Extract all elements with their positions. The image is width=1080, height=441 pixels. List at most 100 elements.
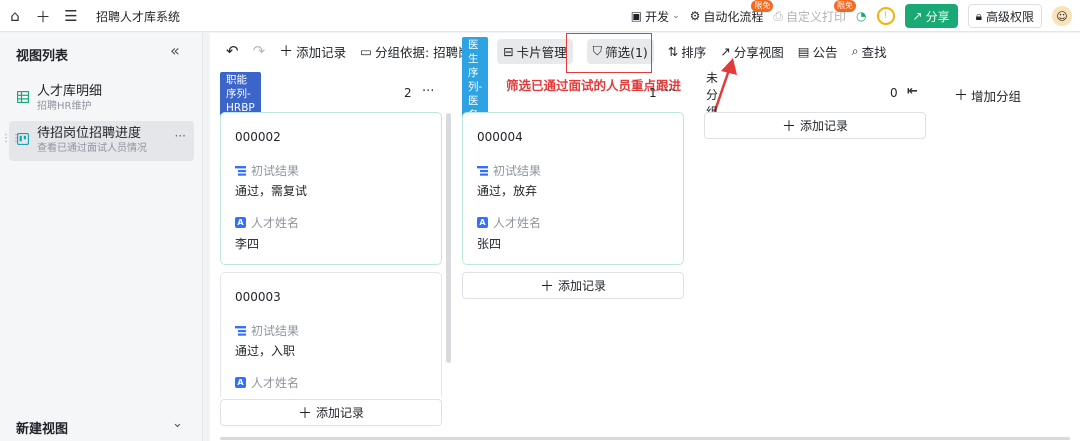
dev-label: 开发 bbox=[645, 9, 670, 24]
add-record-button[interactable]: ＋ 添加记录 bbox=[220, 399, 442, 426]
advanced-permission-button[interactable]: 🔒︎ 高级权限 bbox=[967, 4, 1042, 28]
text-field-icon: A bbox=[477, 217, 488, 228]
notice-button[interactable]: ▤ 公告 bbox=[798, 42, 838, 61]
dev-icon: ▣ bbox=[630, 9, 643, 23]
field-label-text: 初试结果 bbox=[251, 324, 300, 338]
field-label: 初试结果 bbox=[477, 162, 541, 179]
option-field-icon bbox=[235, 326, 246, 336]
horizontal-scrollbar[interactable] bbox=[220, 437, 1070, 440]
column-count: 0 bbox=[890, 86, 898, 100]
field-value: 通过，入职 bbox=[235, 344, 296, 358]
app-title: 招聘人才库系统 bbox=[96, 9, 181, 24]
share-label: 分享 bbox=[925, 9, 950, 24]
sort-icon: ⇅ bbox=[667, 43, 679, 59]
field-label-text: 人才姓名 bbox=[251, 216, 300, 230]
search-icon: ⌕ bbox=[851, 43, 859, 58]
column-header: 医生序列-医务主任 bbox=[462, 37, 489, 151]
chevron-down-icon: ⌄ bbox=[672, 11, 680, 21]
plus-icon: ＋ bbox=[954, 88, 968, 104]
more-icon[interactable]: ··· bbox=[664, 84, 676, 99]
share-button[interactable]: ↗ 分享 bbox=[904, 4, 958, 28]
field-label-text: 初试结果 bbox=[251, 164, 300, 178]
top-bar-right: ▣ 开发 ⌄ ⚙ 自动化流程 限免 ⎙ 自定义打印 限免 ◔ ! ↗ 分享 🔒︎… bbox=[631, 0, 1072, 28]
field-label: 初试结果 bbox=[235, 322, 299, 339]
redo-button[interactable]: ↷ bbox=[253, 42, 266, 60]
record-id: 000003 bbox=[235, 290, 281, 304]
kanban-view-icon bbox=[17, 133, 29, 145]
card-management-button[interactable]: ⊟ 卡片管理 bbox=[497, 38, 573, 64]
field-label-text: 人才姓名 bbox=[493, 216, 542, 230]
field-value: 张四 bbox=[477, 237, 502, 251]
sidebar-item-name: 待招岗位招聘进度 bbox=[37, 126, 142, 141]
sidebar-item-desc: 查看已通过面试人员情况 bbox=[37, 143, 147, 154]
plus-icon: ＋ bbox=[279, 44, 294, 60]
plus-icon: ＋ bbox=[781, 118, 796, 135]
column-header: 未分组 bbox=[704, 71, 718, 119]
record-card[interactable]: 000002 初试结果 通过，需复试 A 人才姓名 李四 bbox=[220, 112, 442, 265]
new-view-label[interactable]: 新建视图 bbox=[16, 418, 68, 437]
kanban-main: ↶ ↷ ＋ 添加记录 ▭ 分组依据: 招聘岗位 ⊟ 卡片管理 ⛉ 筛选(1) ⇅… bbox=[210, 33, 1080, 441]
add-record-button[interactable]: ＋ 添加记录 bbox=[704, 112, 926, 139]
add-record-label: 添加记录 bbox=[315, 406, 364, 420]
field-label-text: 初试结果 bbox=[493, 164, 542, 178]
field-label: A 人才姓名 bbox=[477, 214, 541, 231]
vertical-scrollbar[interactable] bbox=[446, 113, 451, 363]
field-value: 李四 bbox=[235, 237, 260, 251]
add-record-button[interactable]: ＋ 添加记录 bbox=[462, 272, 684, 299]
dev-menu[interactable]: ▣ 开发 ⌄ bbox=[631, 8, 680, 25]
option-field-icon bbox=[235, 166, 246, 176]
folder-icon: ▭ bbox=[360, 43, 372, 59]
menu-icon[interactable]: ☰ bbox=[60, 5, 82, 27]
more-icon[interactable]: ··· bbox=[422, 84, 434, 99]
column-count: 2 bbox=[404, 86, 412, 100]
share-icon: ↗ bbox=[912, 9, 923, 23]
card-icon: ⊟ bbox=[503, 43, 514, 59]
chevron-down-icon[interactable]: ⌄ bbox=[172, 416, 183, 431]
sidebar-item-recruit-progress[interactable]: ⋮⋮ 待招岗位招聘进度 查看已通过面试人员情况 ··· bbox=[1, 121, 194, 161]
plus-icon: ＋ bbox=[297, 405, 312, 422]
field-label: 初试结果 bbox=[235, 162, 299, 179]
add-record-button[interactable]: ＋ 添加记录 bbox=[279, 41, 346, 61]
collapse-icon[interactable]: « bbox=[170, 41, 180, 60]
search-button[interactable]: ⌕ 查找 bbox=[852, 42, 887, 61]
add-group-button[interactable]: ＋ 增加分组 bbox=[954, 85, 1021, 105]
column-header: 职能序列-HRBP bbox=[220, 72, 261, 116]
add-record-label: 添加记录 bbox=[557, 279, 606, 293]
record-id: 000004 bbox=[477, 130, 523, 144]
option-field-icon bbox=[477, 166, 488, 176]
home-icon[interactable]: ⌂ bbox=[4, 5, 26, 27]
sidebar-item-talent-detail[interactable]: 人才库明细 招聘HR维护 bbox=[9, 79, 194, 119]
plus-icon: ＋ bbox=[539, 278, 554, 295]
free-badge: 限免 bbox=[834, 0, 857, 12]
automation-button[interactable]: ⚙ 自动化流程 限免 bbox=[689, 0, 774, 25]
sync-status-icon[interactable]: ◔ bbox=[856, 9, 866, 23]
robot-icon: ⚙ bbox=[689, 9, 701, 23]
lock-icon: 🔒︎ bbox=[975, 8, 982, 23]
sidebar-item-name: 人才库明细 bbox=[37, 84, 103, 99]
notice-label: 公告 bbox=[812, 44, 838, 60]
user-circle-icon[interactable]: ! bbox=[876, 7, 895, 25]
record-id: 000002 bbox=[235, 130, 281, 144]
plus-icon[interactable]: ＋ bbox=[32, 5, 54, 27]
add-group-label: 增加分组 bbox=[971, 88, 1022, 104]
collapse-column-icon[interactable]: ⇤ bbox=[907, 84, 918, 99]
field-value: 通过，需复试 bbox=[235, 184, 308, 198]
sidebar: 视图列表 « 人才库明细 招聘HR维护 ⋮⋮ 待招岗位招聘进度 查看已通过面试人… bbox=[0, 33, 203, 441]
perm-label: 高级权限 bbox=[985, 9, 1034, 24]
add-record-label: 添加记录 bbox=[296, 44, 347, 60]
custom-print-button[interactable]: ⎙ 自定义打印 限免 bbox=[773, 0, 857, 25]
view-list-title: 视图列表 bbox=[16, 49, 69, 64]
card-mgmt-label: 卡片管理 bbox=[516, 44, 567, 60]
field-label: A 人才姓名 bbox=[235, 214, 299, 231]
avatar[interactable]: ☺ bbox=[1052, 6, 1072, 26]
search-label: 查找 bbox=[861, 44, 887, 60]
record-card[interactable]: 000004 初试结果 通过，放弃 A 人才姓名 张四 bbox=[462, 112, 684, 265]
column-count: 1 bbox=[649, 86, 657, 100]
grid-view-icon bbox=[17, 91, 29, 103]
record-card[interactable]: 000003 初试结果 通过，入职 A 人才姓名 bbox=[220, 272, 442, 397]
more-icon[interactable]: ··· bbox=[175, 129, 186, 143]
printer-icon: ⎙ bbox=[773, 8, 784, 23]
sidebar-item-desc: 招聘HR维护 bbox=[37, 101, 92, 112]
undo-button[interactable]: ↶ bbox=[226, 42, 239, 60]
text-field-icon: A bbox=[235, 377, 246, 388]
